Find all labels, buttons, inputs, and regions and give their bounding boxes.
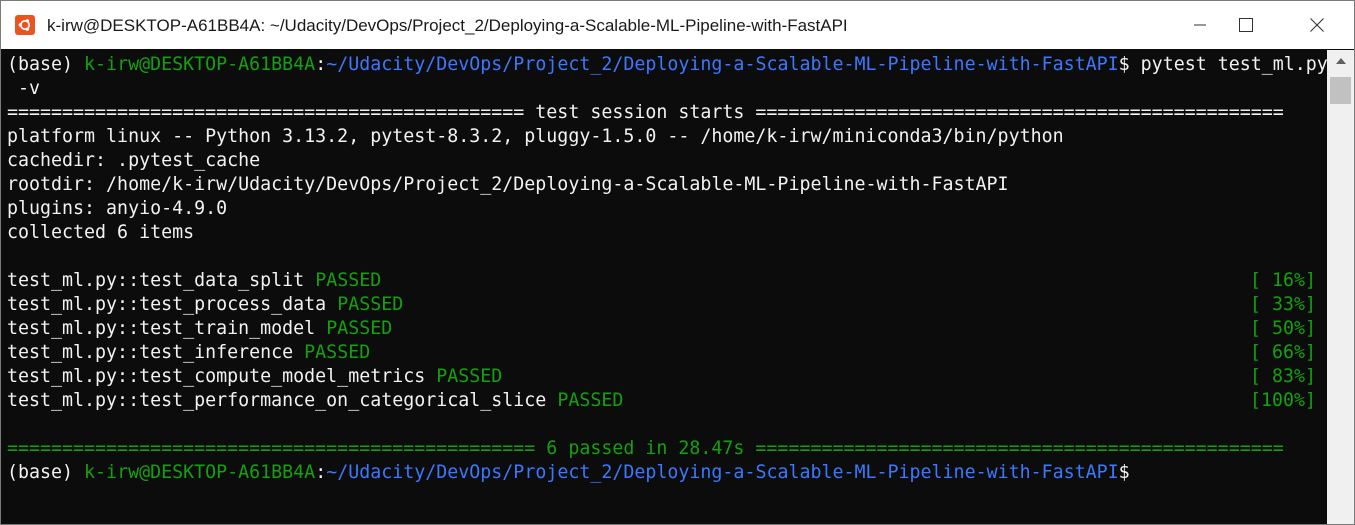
test-status: PASSED bbox=[315, 270, 382, 291]
conda-env: (base) bbox=[7, 54, 85, 75]
vertical-scrollbar[interactable] bbox=[1327, 50, 1354, 524]
test-result-row: test_ml.py::test_data_split PASSED bbox=[7, 269, 381, 293]
user-host: k-irw@DESKTOP-A61BB4A bbox=[84, 54, 316, 75]
plugins-line: plugins: anyio-4.9.0 bbox=[7, 198, 228, 219]
ubuntu-icon[interactable] bbox=[15, 15, 35, 35]
collected-line: collected 6 items bbox=[7, 222, 195, 243]
minimize-icon bbox=[1194, 24, 1206, 26]
test-status: PASSED bbox=[436, 366, 503, 387]
prompt-dollar: $ bbox=[1118, 462, 1130, 483]
scroll-thumb[interactable] bbox=[1330, 77, 1351, 104]
cwd-path: ~/Udacity/DevOps/Project_2/Deploying-a-S… bbox=[326, 462, 1119, 483]
close-icon bbox=[1310, 18, 1324, 32]
command-wrap: -v bbox=[7, 78, 41, 99]
close-button[interactable] bbox=[1288, 1, 1346, 49]
rootdir-line: rootdir: /home/k-irw/Udacity/DevOps/Proj… bbox=[7, 174, 1009, 195]
test-name: test_ml.py::test_data_split bbox=[7, 270, 316, 291]
terminal-window: k-irw@DESKTOP-A61BB4A: ~/Udacity/DevOps/… bbox=[0, 0, 1355, 525]
test-progress: [ 66%] bbox=[1250, 342, 1317, 363]
test-result-row: test_ml.py::test_inference PASSED bbox=[7, 341, 370, 365]
cachedir-line: cachedir: .pytest_cache bbox=[7, 150, 261, 171]
summary-line: ========================================… bbox=[7, 438, 1284, 459]
test-progress: [ 33%] bbox=[1250, 294, 1317, 315]
test-status: PASSED bbox=[557, 390, 624, 411]
test-result-row: test_ml.py::test_train_model PASSED bbox=[7, 317, 392, 341]
command-text: pytest test_ml.py bbox=[1129, 54, 1327, 75]
window-title: k-irw@DESKTOP-A61BB4A: ~/Udacity/DevOps/… bbox=[47, 16, 848, 35]
test-name: test_ml.py::test_train_model bbox=[7, 318, 327, 339]
chevron-up-icon bbox=[1335, 58, 1346, 64]
terminal-output[interactable]: (base) k-irw@DESKTOP-A61BB4A:~/Udacity/D… bbox=[1, 50, 1327, 524]
title-bar[interactable]: k-irw@DESKTOP-A61BB4A: ~/Udacity/DevOps/… bbox=[1, 1, 1354, 49]
user-host: k-irw@DESKTOP-A61BB4A bbox=[84, 462, 316, 483]
platform-line: platform linux -- Python 3.13.2, pytest-… bbox=[7, 126, 1064, 147]
maximize-button[interactable] bbox=[1217, 1, 1275, 49]
test-status: PASSED bbox=[304, 342, 371, 363]
prompt-line: (base) k-irw@DESKTOP-A61BB4A:~/Udacity/D… bbox=[7, 461, 1130, 485]
test-name: test_ml.py::test_process_data bbox=[7, 294, 338, 315]
test-status: PASSED bbox=[326, 318, 393, 339]
prompt-separator: : bbox=[315, 54, 327, 75]
test-result-row: test_ml.py::test_process_data PASSED bbox=[7, 293, 403, 317]
prompt-separator: : bbox=[315, 462, 327, 483]
test-name: test_ml.py::test_inference bbox=[7, 342, 305, 363]
test-status: PASSED bbox=[337, 294, 404, 315]
prompt-line: (base) k-irw@DESKTOP-A61BB4A:~/Udacity/D… bbox=[7, 53, 1327, 77]
session-header: ========================================… bbox=[7, 102, 1284, 123]
maximize-icon bbox=[1239, 18, 1253, 32]
test-name: test_ml.py::test_performance_on_categori… bbox=[7, 390, 558, 411]
prompt-dollar: $ bbox=[1118, 54, 1130, 75]
cwd-path: ~/Udacity/DevOps/Project_2/Deploying-a-S… bbox=[326, 54, 1119, 75]
test-name: test_ml.py::test_compute_model_metrics bbox=[7, 366, 437, 387]
test-result-row: test_ml.py::test_compute_model_metrics P… bbox=[7, 365, 502, 389]
test-progress: [ 16%] bbox=[1250, 270, 1317, 291]
conda-env: (base) bbox=[7, 462, 85, 483]
test-progress: [100%] bbox=[1250, 390, 1317, 411]
scroll-up-button[interactable] bbox=[1327, 50, 1354, 72]
test-progress: [ 50%] bbox=[1250, 318, 1317, 339]
test-progress: [ 83%] bbox=[1250, 366, 1317, 387]
test-result-row: test_ml.py::test_performance_on_categori… bbox=[7, 389, 623, 413]
